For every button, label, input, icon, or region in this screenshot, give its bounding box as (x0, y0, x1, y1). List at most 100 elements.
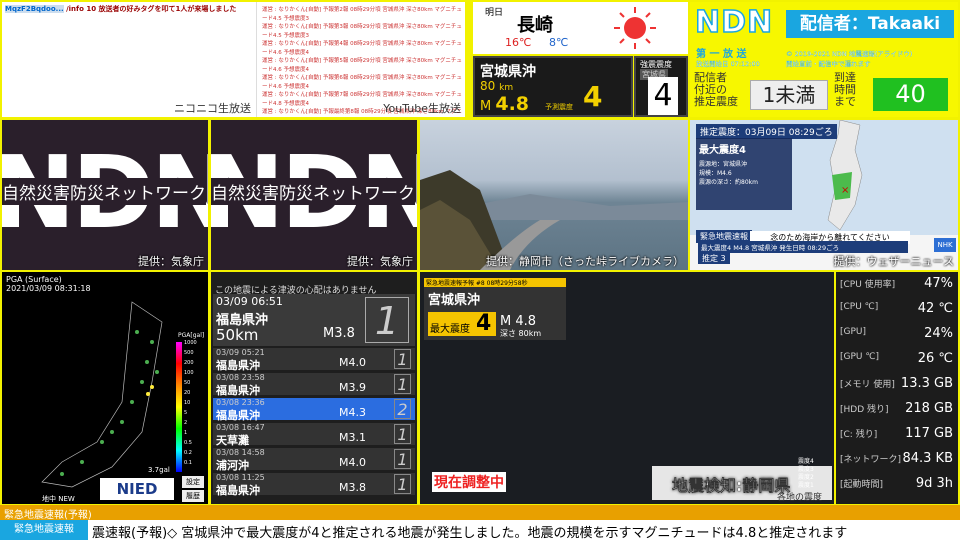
tile-banner: 自然災害防災ネットワーク (211, 178, 415, 205)
quake-history: この地震による津波の心配はありません 03/09 06:51 福島県沖 50km… (211, 272, 417, 504)
eew-panel: 緊急地震速報予報 #8 08時29分58秒 宮城県沖 最大震度 4 M 4.8 … (420, 272, 834, 504)
ndn-logo: NDN (694, 4, 774, 41)
history-row[interactable]: 03/08 23:58 福島県沖 M3.9 1 (213, 373, 415, 397)
chat-message: 運営 : なりかくん[自動] 予報第6報 08時29分頃 宮城県沖 深さ80km… (262, 75, 462, 90)
max-value: 4 (648, 77, 678, 115)
pga-scale-labels: 1000 500 200 100 50 20 10 5 2 1 0.5 0.2 0.1 (184, 338, 208, 468)
stat-key: [C: 残り] (840, 430, 878, 440)
row-mag: M4.0 (339, 356, 366, 369)
row-date: 03/08 23:36 (216, 398, 265, 407)
ndn-tile-2: NDN 自然災害防災ネットワーク 提供：気象庁 (211, 120, 417, 270)
stat-value: 24% (924, 326, 953, 341)
row-place: 福島県沖 (216, 384, 260, 397)
pga-low: 3.7gal (148, 466, 170, 474)
history-row[interactable]: 03/08 14:58 浦河沖 M4.0 1 (213, 448, 415, 472)
detect-label: 地震検知:静岡県 (672, 476, 791, 495)
ticker: 緊急地震速報 震速報(予報)◇ 宮城県沖で最大震度が4と推定される地震が発生しま… (0, 520, 960, 540)
info-text: /info 10 放送者の好みタグを叩て1人が来場しました (66, 5, 237, 13)
history-row[interactable]: 03/08 23:36 福島県沖 M4.3 2 (213, 398, 415, 422)
system-stats: [CPU 使用率] 47% [CPU ℃] 42 ℃ [GPU] 24% [GPU ℃] 26… (836, 272, 958, 504)
history-row[interactable]: 03/08 16:47 天草灘 M3.1 1 (213, 423, 415, 447)
stat-key: [HDD 残り] (840, 405, 889, 415)
chat-message: 運営 : なりかくん[自動] 予報第4報 08時29分頃 宮城県沖 深さ80km… (262, 41, 462, 56)
quake-region: 宮城県沖 (480, 64, 536, 80)
stat-value: 9d 3h (915, 476, 953, 491)
row-mag: M3.8 (339, 481, 366, 494)
weather-city: 長崎 (517, 15, 553, 36)
eew-legend: 震度4 震度3 震度2 震度1 (798, 458, 814, 490)
caption-camera: 提供：静岡市（さった峠ライブカメラ） (486, 255, 684, 268)
weather-low: 8℃ (549, 36, 569, 49)
near-label: 配信者 付近の 推定震度 (694, 71, 738, 108)
detect-sub: 各地の震度 (777, 493, 823, 503)
scale-label: 5 (184, 410, 188, 416)
est-time: 推定震度：03月09日 08:29ごろ (696, 124, 837, 139)
latest-quake[interactable]: 03/09 06:51 福島県沖 50km M3.8 1 (213, 294, 415, 346)
chat-message: 運営 : なりかくん[自動] 予報第3報 08時29分頃 宮城県沖 深さ80km… (262, 24, 462, 39)
forecast-label: 予測震度 (545, 103, 573, 111)
settings-button[interactable]: 設定 (182, 476, 204, 488)
stat-value: 13.3 GB (900, 376, 953, 391)
scale-label: 20 (184, 390, 191, 396)
scale-label: 500 (184, 350, 194, 356)
row-date: 03/08 16:47 (216, 423, 265, 432)
stat-row: [CPU ℃] 42 ℃ (838, 299, 956, 321)
legend-item: 震度4 (798, 458, 814, 465)
row-date: 03/08 14:58 (216, 448, 265, 457)
row-int: 1 (394, 474, 411, 494)
stat-row: [GPU ℃] 26 ℃ (838, 349, 956, 371)
row-place: 福島県沖 (216, 359, 260, 372)
quake-summary: 宮城県沖 80 km M 4.8 予測震度 4 (473, 56, 633, 117)
caption-youtube: YouTube生放送 (383, 102, 461, 115)
row-mag: M3.1 (339, 431, 366, 444)
quake-depth: 80 km (480, 79, 514, 93)
pga-scale (176, 342, 182, 472)
eew-mag: M 4.8 (500, 314, 537, 329)
near-intensity: 1未満 (750, 80, 828, 110)
stat-row: [HDD 残り] 218 GB (838, 399, 956, 421)
pga-map: PGA (Surface) 2021/03/09 08:31:18 PGA[ga… (2, 272, 208, 504)
row-int: 1 (394, 374, 411, 394)
eew-card: 緊急地震速報予報 #8 08時29分58秒 宮城県沖 最大震度 4 M 4.8 … (424, 278, 566, 340)
user-id[interactable]: MqzF2Bqdoo... (5, 5, 64, 13)
stat-row: [GPU] 24% (838, 324, 956, 346)
caption-jma-1: 提供：気象庁 (138, 255, 204, 268)
ticker-text: 震速報(予報)◇ 宮城県沖で最大震度が4と推定される地震が発生しました。地震の規… (92, 526, 848, 540)
sun-icon (614, 7, 656, 49)
max-intensity: 強震震度 宮城県 4 (634, 56, 688, 117)
stat-value: 26 ℃ (917, 351, 953, 366)
stat-value: 117 GB (905, 426, 953, 441)
chat-message: 運営 : なりかくん[自動] 予報第5報 08時29分頃 宮城県沖 深さ80km… (262, 58, 462, 73)
stat-value: 47% (924, 276, 953, 291)
legend-item: 震度1 (798, 482, 814, 489)
stat-row: [C: 残り] 117 GB (838, 424, 956, 446)
legend-item: 震度2 (798, 474, 814, 481)
row-place: 浦河沖 (216, 459, 249, 472)
ticker-top-label: 緊急地震速報(予報) (4, 510, 92, 520)
quake-mag: M 4.8 (480, 93, 530, 115)
row-mag: M3.9 (339, 381, 366, 394)
adjusting-label: 現在調整中 (432, 472, 506, 492)
row-place: 福島県沖 (216, 484, 260, 497)
row-date: 03/08 11:25 (216, 473, 265, 482)
ndn-tile-1: NDN 自然災害防災ネットワーク 提供：気象庁 (2, 120, 208, 270)
nhk-map: × 推定震度：03月09日 08:29ごろ 最大震度4 震源地：宮城県沖 規模：… (690, 120, 958, 270)
row-int: 1 (394, 349, 411, 369)
ticker-top: 緊急地震速報(予報) (0, 505, 960, 520)
eew-max: 最大震度 4 (428, 311, 496, 336)
tile-banner: 自然災害防災ネットワーク (2, 178, 206, 205)
scale-label: 1 (184, 430, 188, 436)
stat-key: [ネットワーク] (840, 455, 902, 465)
scale-label: 1000 (184, 340, 197, 346)
history-row[interactable]: 03/08 11:25 福島県沖 M3.8 1 (213, 473, 415, 497)
history-button[interactable]: 履歴 (182, 490, 204, 502)
stat-key: [CPU ℃] (840, 302, 879, 312)
nhk-foot: 最大震度4 M4.8 宮城県沖 発生日時 08:29ごろ (698, 241, 908, 253)
caption-weathernews: 提供：ウェザーニュース (833, 255, 954, 268)
history-row[interactable]: 03/09 05:21 福島県沖 M4.0 1 (213, 348, 415, 372)
pga-title: PGA (Surface) (6, 275, 62, 284)
caption-jma-2: 提供：気象庁 (347, 255, 413, 268)
eew-header: 緊急地震速報予報 #8 08時29分58秒 (424, 278, 566, 287)
chat-info: MqzF2Bqdoo... /info 10 放送者の好みタグを叩て1人が来場し… (2, 2, 257, 16)
copyright: © 2019-2021 NDN 地震速報(アライドウ) (786, 50, 913, 58)
